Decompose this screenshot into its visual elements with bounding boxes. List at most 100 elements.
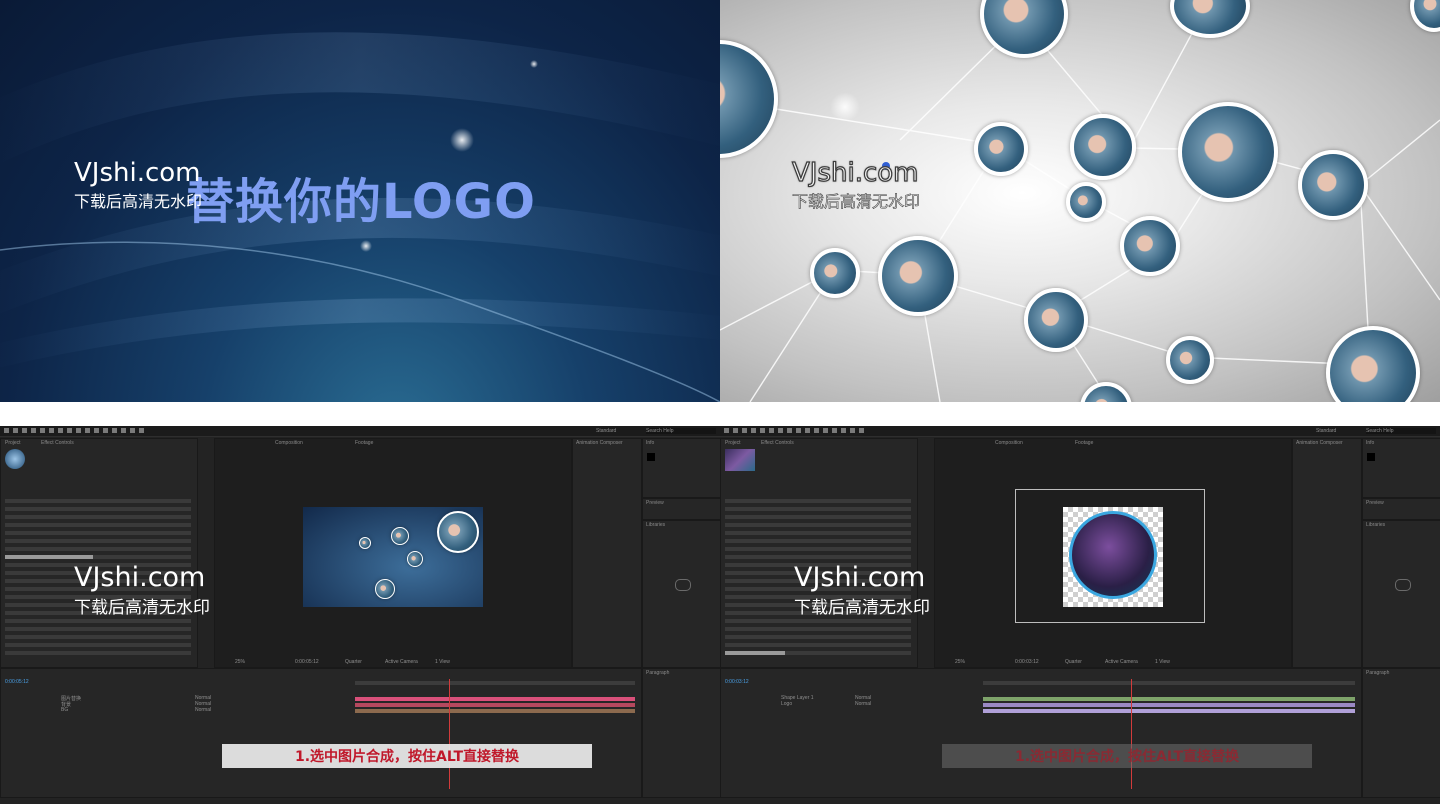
timeline-timecode[interactable]: 0:00:03:12	[725, 679, 749, 685]
paragraph-title: Paragraph	[1366, 670, 1390, 676]
preview-panel: Preview	[1362, 498, 1440, 520]
after-effects-window-left: Standard Search Help Project Effect Cont…	[0, 426, 720, 804]
tab-project[interactable]: Project	[725, 440, 741, 446]
cloud-icon	[675, 579, 691, 591]
timeline-bar[interactable]	[983, 697, 1355, 701]
color-swatch	[647, 453, 655, 461]
resolution-select[interactable]: Quarter	[1065, 659, 1082, 665]
time-ruler[interactable]	[355, 681, 635, 685]
photo-bubble	[375, 579, 395, 599]
cloud-icon	[1395, 579, 1411, 591]
workspace-label[interactable]: Standard	[596, 428, 616, 434]
camera-select[interactable]: Active Camera	[385, 659, 418, 665]
playhead[interactable]	[449, 679, 450, 789]
tab-effect-controls[interactable]: Effect Controls	[41, 440, 74, 446]
tool-icons[interactable]	[4, 428, 154, 434]
project-panel: Project Effect Controls	[720, 438, 918, 668]
view-select[interactable]: 1 View	[435, 659, 450, 665]
resolution-select[interactable]: Quarter	[345, 659, 362, 665]
after-effects-window-right: Standard Search Help Project Effect Cont…	[720, 426, 1440, 804]
preview-title: Preview	[646, 500, 664, 506]
tool-icons[interactable]	[724, 428, 874, 434]
photo-bubble	[1024, 288, 1088, 352]
playhead[interactable]	[1131, 679, 1132, 789]
watermark: VJshi.com 下载后高清无水印	[791, 157, 921, 212]
zoom-level[interactable]: 25%	[955, 659, 965, 665]
photo-bubble	[974, 122, 1028, 176]
comp-frame	[303, 507, 483, 607]
preview-frame-logo-reveal: 替换你的LOGO VJshi.com 下载后高清无水印	[0, 0, 720, 402]
watermark-subtitle: 下载后高清无水印	[74, 598, 210, 618]
composition-viewer[interactable]: Composition Footage 25% 0:00:03:12 Quart…	[934, 438, 1292, 668]
watermark-site: VJshi.com	[791, 157, 919, 188]
preview-title: Preview	[1366, 500, 1384, 506]
thumbnail	[725, 449, 755, 471]
photo-bubble	[407, 551, 423, 567]
tab-effect-controls[interactable]: Effect Controls	[761, 440, 794, 446]
toolbar: Standard Search Help	[720, 426, 1440, 437]
time-ruler[interactable]	[983, 681, 1355, 685]
composition-viewer[interactable]: Composition Footage 25% 0:00:05:12 Quart…	[214, 438, 572, 668]
search-help-field[interactable]: Search Help	[646, 428, 716, 434]
tab-footage[interactable]: Footage	[1075, 440, 1093, 446]
photo-bubble	[1298, 150, 1368, 220]
layer-mode[interactable]: Normal	[855, 701, 871, 707]
info-title: Info	[646, 440, 655, 446]
photo-bubble	[359, 537, 371, 549]
view-select[interactable]: 1 View	[1155, 659, 1170, 665]
watermark-site: VJshi.com	[74, 158, 201, 188]
preview-panel: Preview	[642, 498, 720, 520]
paragraph-panel: Paragraph	[1362, 668, 1440, 798]
paragraph-title: Paragraph	[646, 670, 670, 676]
sparkle	[530, 60, 538, 68]
photo-bubble	[1120, 216, 1180, 276]
timeline-panel[interactable]: 0:00:03:12 Shape Layer 1 Logo Normal Nor…	[720, 668, 1362, 798]
sparkle	[450, 128, 474, 152]
photo-bubble	[878, 236, 958, 316]
watermark: VJshi.com 下载后高清无水印	[74, 158, 202, 212]
layer-list[interactable]: 图片替换 背景 BG Normal Normal Normal	[5, 695, 345, 715]
timeline-bar[interactable]	[983, 709, 1355, 713]
layer-mode[interactable]: Normal	[195, 707, 211, 713]
sparkle	[360, 240, 372, 252]
tab-footage[interactable]: Footage	[355, 440, 373, 446]
timeline-panel[interactable]: 0:00:05:12 图片替换 背景 BG Normal Normal Norm…	[0, 668, 642, 798]
instruction-caption: 1.选中图片合成，按住ALT直接替换	[942, 744, 1312, 768]
transparency-grid	[1063, 507, 1163, 607]
timeline-timecode[interactable]: 0:00:05:12	[5, 679, 29, 685]
zoom-level[interactable]: 25%	[235, 659, 245, 665]
timeline-bar[interactable]	[355, 703, 635, 707]
preview-frame-photo-bubbles: VJshi.com 下载后高清无水印	[720, 0, 1440, 402]
workspace-label[interactable]: Standard	[1316, 428, 1336, 434]
libraries-panel: Libraries	[1362, 520, 1440, 668]
camera-select[interactable]: Active Camera	[1105, 659, 1138, 665]
timeline-bar[interactable]	[355, 709, 635, 713]
photo-bubble	[391, 527, 409, 545]
layer-name[interactable]: BG	[61, 707, 68, 713]
timeline-bar[interactable]	[355, 697, 635, 701]
separator	[0, 402, 1440, 426]
sparkle	[830, 92, 860, 122]
info-panel: Info	[642, 438, 720, 498]
viewer-timecode[interactable]: 0:00:03:12	[1015, 659, 1039, 665]
watermark-site: VJshi.com	[74, 562, 206, 593]
animation-composer-title: Animation Composer	[1296, 440, 1343, 446]
watermark-subtitle: 下载后高清无水印	[792, 192, 921, 212]
search-help-field[interactable]: Search Help	[1366, 428, 1436, 434]
tab-project[interactable]: Project	[5, 440, 21, 446]
libraries-title: Libraries	[1366, 522, 1386, 528]
libraries-title: Libraries	[646, 522, 666, 528]
photo-bubble	[1070, 114, 1136, 180]
viewer-timecode[interactable]: 0:00:05:12	[295, 659, 319, 665]
watermark: VJshi.com 下载后高清无水印	[74, 562, 210, 618]
layer-name[interactable]: Logo	[781, 701, 792, 707]
toolbar: Standard Search Help	[0, 426, 720, 437]
instruction-caption: 1.选中图片合成，按住ALT直接替换	[222, 744, 592, 768]
tab-composition[interactable]: Composition	[275, 440, 303, 446]
photo-bubble	[1178, 102, 1278, 202]
timeline-bar[interactable]	[983, 703, 1355, 707]
watermark-subtitle: 下载后高清无水印	[794, 598, 930, 618]
logo-circle-image	[1069, 511, 1157, 599]
libraries-panel: Libraries	[642, 520, 720, 668]
tab-composition[interactable]: Composition	[995, 440, 1023, 446]
